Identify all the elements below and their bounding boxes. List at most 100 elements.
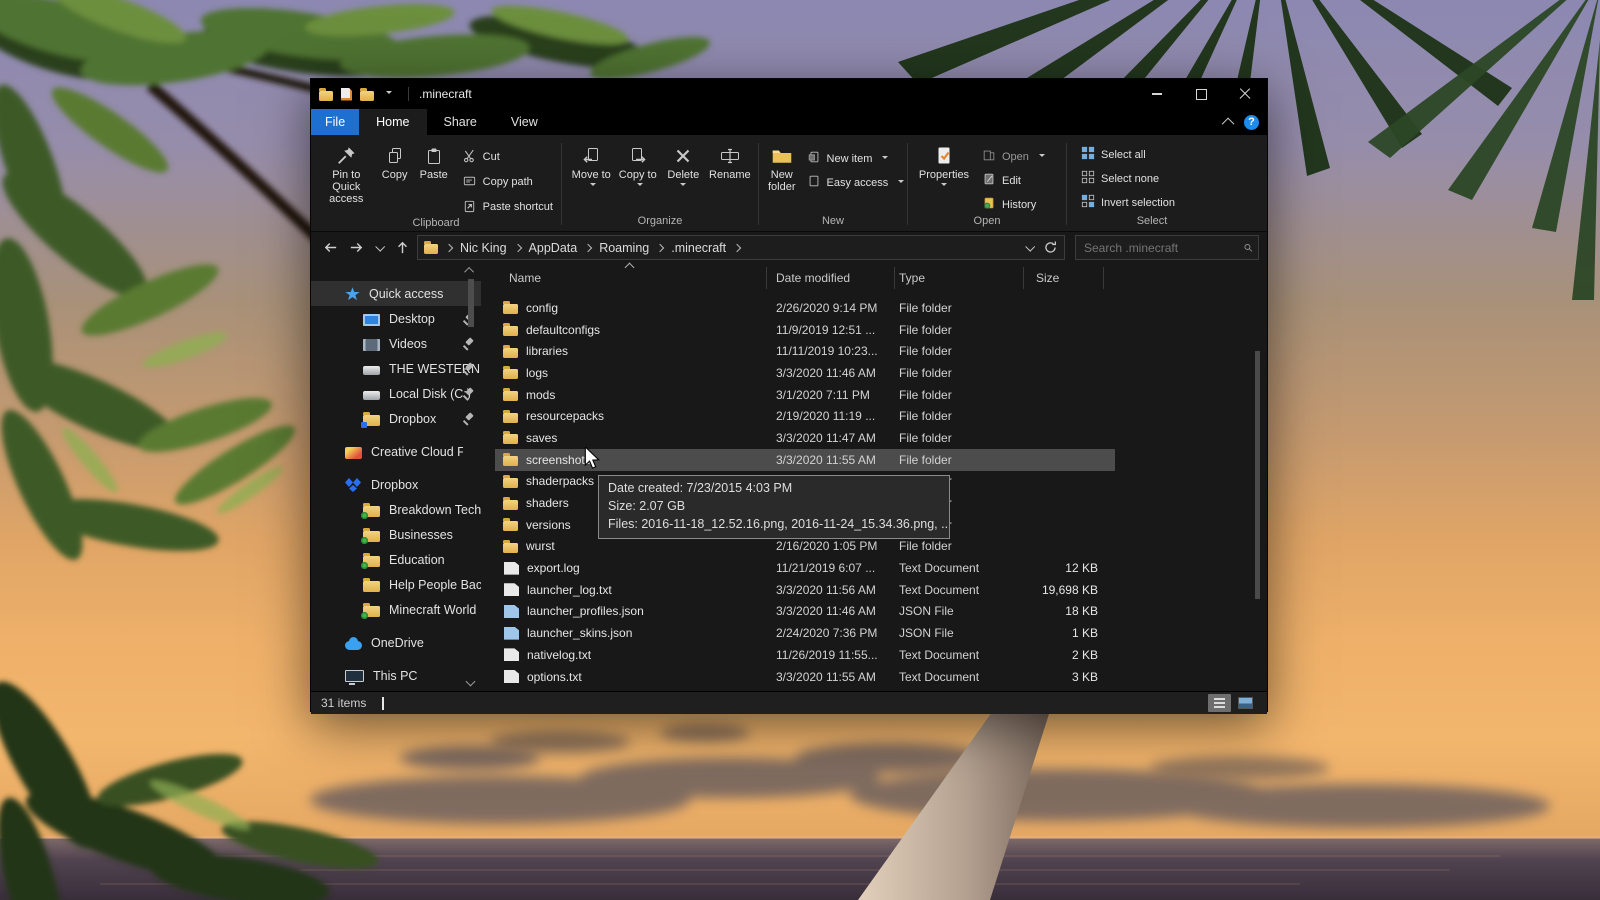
tab-view[interactable]: View	[494, 109, 555, 135]
refresh-icon[interactable]	[1043, 240, 1058, 255]
sidebar-item[interactable]: OneDrive	[311, 630, 481, 655]
breadcrumb-segment[interactable]: Nic King	[460, 241, 507, 255]
forward-button[interactable]	[345, 236, 367, 260]
details-view-button[interactable]	[1208, 694, 1231, 712]
properties-button[interactable]: Properties	[914, 140, 974, 192]
select-all-button[interactable]: Select all	[1081, 146, 1175, 163]
column-divider[interactable]	[1103, 267, 1104, 289]
column-header-date[interactable]: Date modified	[776, 271, 899, 285]
search-input[interactable]	[1076, 240, 1243, 255]
new-folder-button[interactable]: New folder	[765, 140, 799, 196]
maximize-button[interactable]	[1179, 79, 1223, 109]
tab-file[interactable]: File	[311, 109, 360, 135]
select-none-button[interactable]: Select none	[1081, 170, 1175, 187]
column-header-name[interactable]: Name	[495, 271, 776, 285]
column-divider[interactable]	[766, 267, 767, 289]
history-button[interactable]: History	[982, 196, 1045, 213]
breadcrumb-segment[interactable]: AppData	[529, 241, 578, 255]
collapse-ribbon-icon[interactable]	[1221, 117, 1235, 130]
sidebar-item[interactable]: Videos	[311, 331, 481, 356]
sidebar-item[interactable]: Dropbox	[311, 472, 481, 497]
scrollbar-thumb[interactable]	[1255, 351, 1260, 599]
minimize-button[interactable]	[1135, 79, 1179, 109]
file-row[interactable]: resourcepacks 2/19/2020 11:19 ... File f…	[495, 405, 1115, 427]
copy-to-button[interactable]: Copy to	[615, 140, 662, 196]
paste-shortcut-button[interactable]: Paste shortcut	[462, 198, 553, 216]
file-row[interactable]: config 2/26/2020 9:14 PM File folder	[495, 297, 1115, 319]
close-button[interactable]	[1223, 79, 1267, 109]
up-button[interactable]	[391, 236, 413, 260]
pin-to-quick-access-button[interactable]: Pin to Quick access	[317, 140, 376, 208]
rename-icon	[719, 143, 741, 169]
recent-locations-button[interactable]	[371, 236, 387, 260]
copy-path-button[interactable]: Copy path	[462, 173, 553, 191]
tab-home[interactable]: Home	[359, 109, 427, 135]
help-icon[interactable]: ?	[1244, 114, 1259, 130]
rename-button[interactable]: Rename	[706, 140, 754, 184]
file-type: Text Document	[899, 669, 980, 684]
sidebar-item[interactable]: Quick access	[311, 281, 481, 306]
file-row[interactable]: defaultconfigs 11/9/2019 12:51 ... File …	[495, 319, 1115, 341]
column-divider[interactable]	[894, 267, 895, 289]
thumbnails-view-button[interactable]	[1234, 694, 1257, 712]
up-icon	[397, 241, 407, 254]
sidebar-item[interactable]: This PC	[311, 663, 481, 688]
cut-button[interactable]: Cut	[462, 148, 553, 166]
back-button[interactable]	[319, 236, 341, 260]
column-header-size[interactable]: Size	[1034, 271, 1098, 285]
scroll-down-icon[interactable]	[465, 676, 476, 687]
sidebar-item[interactable]: Education	[311, 547, 481, 572]
file-row[interactable]: launcher_profiles.json 3/3/2020 11:46 AM…	[495, 601, 1115, 623]
file-row[interactable]: libraries 11/11/2019 10:23... File folde…	[495, 340, 1115, 362]
search-icon[interactable]	[1243, 240, 1253, 255]
paste-button[interactable]: Paste	[414, 140, 454, 184]
sidebar-item[interactable]: Businesses	[311, 522, 481, 547]
breadcrumb[interactable]: Nic King AppData Roaming .minecraft	[417, 235, 1065, 260]
location-folder-icon	[424, 241, 438, 254]
copy-button[interactable]: Copy	[376, 140, 414, 184]
sidebar-item[interactable]: Desktop	[311, 306, 481, 331]
open-button[interactable]: Open	[982, 148, 1045, 165]
column-header-type[interactable]: Type	[899, 271, 1034, 285]
file-icon	[503, 366, 518, 380]
sidebar-item[interactable]: Dropbox	[311, 406, 481, 431]
sidebar-item[interactable]: Minecraft World	[311, 597, 481, 622]
file-row[interactable]: launcher_log.txt 3/3/2020 11:56 AM Text …	[495, 579, 1115, 601]
sidebar-scrollbar[interactable]	[464, 263, 477, 691]
qat-dropdown-icon[interactable]	[386, 91, 392, 97]
properties-qat-icon[interactable]	[341, 87, 352, 101]
title-bar: .minecraft	[311, 79, 1267, 109]
move-to-button[interactable]: Move to	[568, 140, 615, 196]
breadcrumb-segment[interactable]: .minecraft	[671, 241, 726, 255]
sidebar-item-icon	[363, 313, 380, 326]
easy-access-button[interactable]: Easy access	[807, 174, 905, 191]
file-row[interactable]: nativelog.txt 11/26/2019 11:55... Text D…	[495, 644, 1115, 666]
file-row[interactable]: launcher_skins.json 2/24/2020 7:36 PM JS…	[495, 622, 1115, 644]
sidebar-item[interactable]: Breakdown Tech	[311, 497, 481, 522]
sidebar-item[interactable]: THE WESTERN	[311, 356, 481, 381]
file-row[interactable]: export.log 11/21/2019 6:07 ... Text Docu…	[495, 557, 1115, 579]
file-row[interactable]: logs 3/3/2020 11:46 AM File folder	[495, 362, 1115, 384]
file-row[interactable]: saves 3/3/2020 11:47 AM File folder	[495, 427, 1115, 449]
invert-selection-button[interactable]: Invert selection	[1081, 194, 1175, 211]
breadcrumb-segment[interactable]: Roaming	[599, 241, 649, 255]
sidebar-item[interactable]: Help People Back	[311, 572, 481, 597]
address-dropdown-icon[interactable]	[1025, 241, 1036, 252]
tab-share[interactable]: Share	[427, 109, 494, 135]
file-row[interactable]: options.txt 3/3/2020 11:55 AM Text Docum…	[495, 666, 1115, 688]
column-divider[interactable]	[1023, 267, 1024, 289]
delete-button[interactable]: Delete	[661, 140, 706, 192]
sidebar-item[interactable]: Local Disk (C:)	[311, 381, 481, 406]
edit-button[interactable]: Edit	[982, 172, 1045, 189]
file-list-scrollbar[interactable]	[1252, 263, 1263, 691]
sidebar-item-label: Quick access	[369, 286, 444, 301]
scroll-up-icon[interactable]	[464, 266, 475, 277]
file-row[interactable]: mods 3/1/2020 7:11 PM File folder	[495, 384, 1115, 406]
sidebar-item[interactable]: Creative Cloud Files	[311, 439, 481, 464]
new-folder-qat-icon[interactable]	[360, 87, 374, 101]
scrollbar-thumb[interactable]	[468, 279, 474, 327]
search-box[interactable]	[1075, 235, 1259, 260]
pin-icon	[335, 143, 357, 169]
new-item-button[interactable]: New item	[807, 150, 905, 167]
group-label-clipboard: Clipboard	[412, 217, 460, 229]
